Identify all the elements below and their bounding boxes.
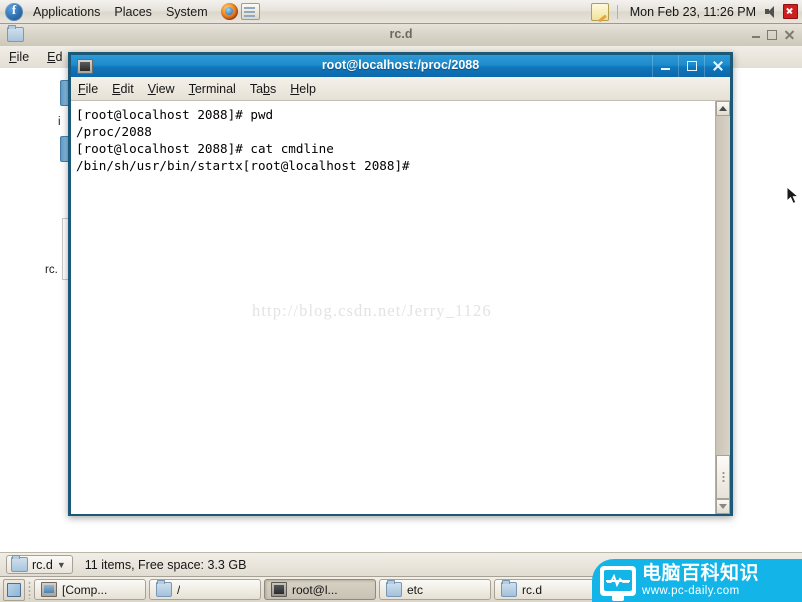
folder-icon <box>501 580 517 597</box>
terminal-window: root@localhost:/proc/2088 File Edit View… <box>68 52 733 516</box>
file-label: rc. <box>45 264 58 276</box>
folder-icon <box>386 580 402 597</box>
path-label: rc.d <box>32 557 53 572</box>
pulse-wave-icon <box>607 574 629 587</box>
taskbar-item-label: root@l... <box>292 582 338 597</box>
terminal-titlebar[interactable]: root@localhost:/proc/2088 <box>71 55 730 77</box>
terminal-minimize-button[interactable] <box>652 55 678 77</box>
file-label: i <box>58 116 61 128</box>
taskbar-item-root[interactable]: / <box>149 579 261 600</box>
close-icon <box>712 61 723 72</box>
scroll-up-button[interactable] <box>716 101 730 116</box>
fedora-logo-icon[interactable] <box>5 2 23 21</box>
path-dropdown-button[interactable]: rc.d ▼ <box>6 555 73 574</box>
brand-url: www.pc-daily.com <box>642 584 740 597</box>
clock-label[interactable]: Mon Feb 23, 11:26 PM <box>626 5 760 19</box>
chevron-down-icon: ▼ <box>56 559 66 570</box>
terminal-maximize-button[interactable] <box>678 55 704 77</box>
help-browser-icon[interactable] <box>240 3 260 20</box>
taskbar-item-label: rc.d <box>522 582 543 597</box>
menu-places[interactable]: Places <box>107 3 159 21</box>
terminal-close-button[interactable] <box>704 55 730 77</box>
terminal-menu-edit[interactable]: Edit <box>105 80 141 98</box>
monitor-pulse-icon <box>600 565 636 601</box>
computer-icon <box>41 582 57 597</box>
brand-text: 电脑百科知识 www.pc-daily.com <box>642 561 760 598</box>
minimize-icon <box>661 68 670 70</box>
menu-file[interactable]: File <box>0 48 38 66</box>
brand-overlay: 电脑百科知识 www.pc-daily.com <box>592 559 802 602</box>
panel-tray: Mon Feb 23, 11:26 PM <box>590 2 802 21</box>
terminal-icon <box>271 582 287 597</box>
scrollbar-track-upper[interactable] <box>716 116 730 455</box>
watermark-text: http://blog.csdn.net/Jerry_1126 <box>252 301 492 320</box>
terminal-title: root@localhost:/proc/2088 <box>321 58 480 72</box>
taskbar-item-rcd[interactable]: rc.d <box>494 579 606 600</box>
terminal-menubar: File Edit View Terminal Tabs Help <box>71 77 730 101</box>
file-manager-title: rc.d <box>389 27 413 41</box>
taskbar-item-label: [Comp... <box>62 582 108 597</box>
file-manager-titlebar[interactable]: rc.d <box>0 23 802 47</box>
firefox-icon[interactable] <box>220 3 238 20</box>
terminal-menu-terminal[interactable]: Terminal <box>182 80 243 98</box>
top-panel: Applications Places System Mon Feb 23, 1… <box>0 0 802 24</box>
close-red-icon[interactable] <box>783 4 798 19</box>
scroll-up-icon <box>719 106 727 111</box>
show-desktop-button[interactable] <box>3 578 25 601</box>
status-info-text: 11 items, Free space: 3.3 GB <box>84 557 247 572</box>
scroll-down-button[interactable] <box>716 499 730 514</box>
menu-file-label: ile <box>16 50 30 64</box>
taskbar-item-label: etc <box>407 582 424 597</box>
menu-applications[interactable]: Applications <box>26 3 107 21</box>
sticky-note-icon[interactable] <box>590 2 609 21</box>
scrollbar-thumb[interactable] <box>716 455 730 499</box>
taskbar-divider <box>28 580 31 599</box>
taskbar-item-label: / <box>177 582 181 597</box>
close-icon[interactable] <box>784 30 794 40</box>
taskbar-item-computer[interactable]: [Comp... <box>34 579 146 600</box>
tray-divider <box>616 4 618 19</box>
scroll-down-icon <box>719 504 727 509</box>
terminal-menu-view[interactable]: View <box>141 80 182 98</box>
menu-edit-label: d <box>55 50 63 64</box>
terminal-menu-file[interactable]: File <box>71 80 105 98</box>
terminal-menu-tabs[interactable]: Tabs <box>243 80 283 98</box>
taskbar-item-etc[interactable]: etc <box>379 579 491 600</box>
panel-launchers <box>220 3 260 20</box>
taskbar-item-terminal[interactable]: root@l... <box>264 579 376 600</box>
folder-icon <box>156 580 172 597</box>
terminal-body: [root@localhost 2088]# pwd /proc/2088 [r… <box>71 101 730 514</box>
terminal-scrollbar[interactable] <box>715 101 730 514</box>
menu-edit[interactable]: Ed <box>38 48 71 66</box>
folder-icon <box>11 555 28 572</box>
brand-title: 电脑百科知识 <box>642 561 760 584</box>
menu-system[interactable]: System <box>159 3 215 21</box>
maximize-icon <box>686 61 697 71</box>
terminal-window-controls <box>652 55 730 77</box>
mouse-pointer-icon <box>786 186 800 205</box>
terminal-menu-help[interactable]: Help <box>283 80 323 98</box>
grip-icon <box>721 470 725 484</box>
speaker-icon[interactable] <box>765 5 778 18</box>
